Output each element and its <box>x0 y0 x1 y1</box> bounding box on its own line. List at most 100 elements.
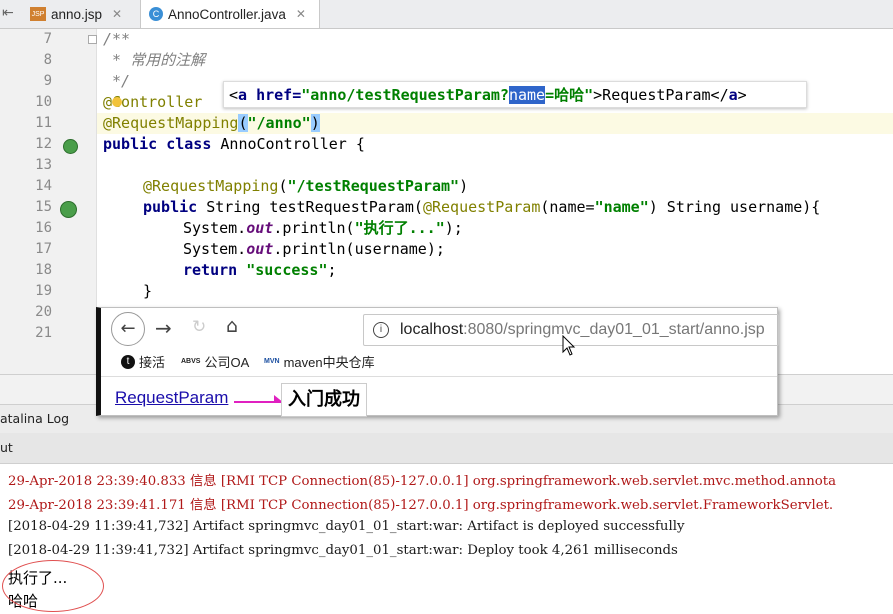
line-number: 21 <box>35 325 52 341</box>
log-line: 29-Apr-2018 23:39:40.833 信息 [RMI TCP Con… <box>8 474 837 489</box>
string-literal: "name" <box>594 198 649 216</box>
code-line-16: System.out.println("执行了..."); <box>183 218 463 239</box>
bookmark-label: maven中央仓库 <box>283 355 375 370</box>
bookmark-icon: MVN <box>264 358 280 365</box>
comment: * 常用的注解 <box>103 51 206 69</box>
bookmark-icon: ABVS <box>181 358 201 365</box>
line-number: 15 <box>35 199 52 215</box>
tip-text: > <box>737 86 747 104</box>
log-line: 29-Apr-2018 23:39:41.171 信息 [RMI TCP Con… <box>8 498 834 513</box>
log-line: [2018-04-29 11:39:41,732] Artifact sprin… <box>8 519 685 534</box>
pin-icon[interactable]: ⇤ <box>2 5 22 23</box>
output-panel-header: ut <box>0 433 893 464</box>
bookmark-item[interactable]: MVN maven中央仓库 <box>264 352 375 371</box>
comment: */ <box>103 72 131 90</box>
close-icon[interactable]: ✕ <box>112 7 122 21</box>
keyword: return <box>183 261 238 279</box>
code-line-17: System.out.println(username); <box>183 239 445 260</box>
bookmark-item[interactable]: ABVS 公司OA <box>181 352 249 371</box>
annotation: @RequestMapping <box>103 114 239 132</box>
spring-mapping-gutter-icon[interactable] <box>60 201 77 218</box>
code-text: } <box>143 282 153 300</box>
tab-label: anno.jsp <box>51 6 103 22</box>
code-text: ; <box>327 261 337 279</box>
string-literal: "/testRequestParam" <box>287 177 460 195</box>
url-host: localhost <box>400 321 464 338</box>
bookmark-item[interactable]: t 接活 <box>121 352 165 371</box>
tip-attr: href= <box>247 86 302 104</box>
code-line-8: * 常用的注解 <box>103 50 205 71</box>
bookmark-label: 公司OA <box>204 355 250 370</box>
line-number: 10 <box>35 94 52 110</box>
browser-window: ← → ↻ ⌂ i localhost:8080/springmvc_day01… <box>96 307 779 416</box>
highlight-circle <box>2 560 104 612</box>
java-class-icon: C <box>149 7 163 21</box>
code-line-7: /** <box>103 29 130 50</box>
url-path: :8080/springmvc_day01_01_start/anno.jsp <box>463 321 765 338</box>
reload-icon[interactable]: ↻ <box>192 317 206 337</box>
close-icon[interactable]: ✕ <box>296 7 306 21</box>
line-number: 17 <box>35 241 52 257</box>
code-text: ) String username){ <box>648 198 821 216</box>
annotation-note: 入门成功 <box>281 383 367 417</box>
bookmark-label: 接活 <box>139 355 166 370</box>
line-number: 9 <box>43 73 52 89</box>
bookmark-icon: t <box>121 354 135 369</box>
code-line-18: return "success"; <box>183 260 337 281</box>
code-line-9: */ <box>103 71 130 92</box>
line-number: 14 <box>35 178 52 194</box>
string-literal: "执行了..." <box>354 219 445 237</box>
editor-tab-bar: ⇤ JSP anno.jsp ✕ C AnnoController.java ✕ <box>0 0 893 29</box>
tab-label: atalina Log <box>0 411 70 426</box>
line-number: 11 <box>35 115 52 131</box>
panel-label: ut <box>0 440 13 455</box>
code-text: AnnoController { <box>211 135 365 153</box>
forward-button[interactable]: → <box>155 316 172 340</box>
jsp-file-icon: JSP <box>30 7 46 21</box>
code-text: String testRequestParam( <box>197 198 423 216</box>
string-literal: "success" <box>246 261 328 279</box>
code-line-14: @RequestMapping("/testRequestParam") <box>143 177 469 195</box>
back-button[interactable]: ← <box>111 312 145 346</box>
console-output: 29-Apr-2018 23:39:40.833 信息 [RMI TCP Con… <box>0 464 893 614</box>
tip-text: < <box>229 86 239 104</box>
annotation: @RequestParam <box>422 198 541 216</box>
request-param-link[interactable]: RequestParam <box>115 388 228 408</box>
home-button[interactable]: ⌂ <box>226 315 238 337</box>
lightbulb-icon[interactable] <box>112 97 122 107</box>
code-text: (name= <box>540 198 595 216</box>
static-field: out <box>246 240 274 258</box>
tab-anno-jsp[interactable]: JSP anno.jsp ✕ <box>30 0 138 28</box>
paren: ( <box>238 114 248 132</box>
tip-text: >RequestParam</ <box>593 86 729 104</box>
tab-label: AnnoController.java <box>168 6 286 22</box>
code-text: .println( <box>273 219 355 237</box>
fold-marker-icon[interactable] <box>88 35 97 44</box>
paren: ) <box>310 114 320 132</box>
annotation: @RequestMapping <box>143 177 279 195</box>
keyword: public <box>143 198 198 216</box>
tip-selection: name <box>508 86 546 104</box>
tip-value: =哈哈" <box>545 86 594 104</box>
comment: /** <box>103 30 131 48</box>
tip-tag: a <box>238 86 248 104</box>
code-line-12: public class AnnoController { <box>103 134 365 155</box>
static-field: out <box>246 219 274 237</box>
line-number: 20 <box>35 304 52 320</box>
line-number: 13 <box>35 157 52 173</box>
code-text: ); <box>444 219 463 237</box>
jsp-link-overlay: <a href="anno/testRequestParam?name=哈哈">… <box>223 81 807 108</box>
code-text: System. <box>183 219 247 237</box>
tip-tag: a <box>728 86 738 104</box>
keyword: public class <box>103 135 212 153</box>
code-line-11: @RequestMapping("/anno") <box>103 113 320 134</box>
info-icon[interactable]: i <box>373 322 389 338</box>
spring-bean-gutter-icon[interactable] <box>63 139 78 154</box>
code-text: System. <box>183 240 247 258</box>
line-number: 12 <box>35 136 52 152</box>
line-number: 8 <box>43 52 52 68</box>
code-line-19: } <box>143 281 152 302</box>
tab-anno-controller[interactable]: C AnnoController.java ✕ <box>140 0 320 28</box>
line-number: 16 <box>35 220 52 236</box>
line-number: 19 <box>35 283 52 299</box>
